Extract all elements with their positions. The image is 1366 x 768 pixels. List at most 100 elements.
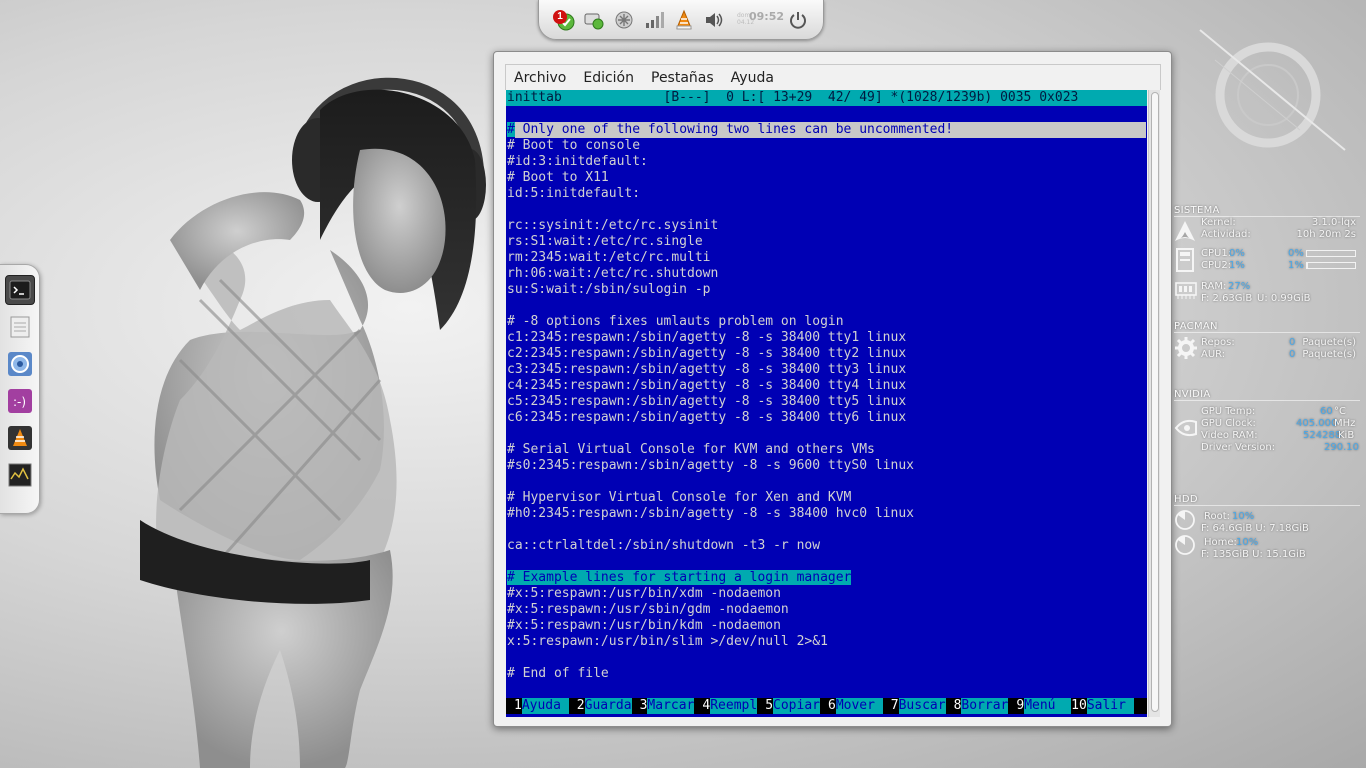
fkey-3[interactable]: 3 Marcar — [631, 698, 695, 714]
section-divider — [1174, 505, 1360, 506]
fkey-label: Buscar — [898, 698, 946, 714]
conky-monitor: SISTEMA Kernel: 3.1.0-lqx Actividad: 10h… — [1172, 200, 1366, 570]
editor-line: c3:2345:respawn:/sbin/agetty -8 -s 38400… — [507, 362, 907, 377]
cpu1-label: CPU1: — [1201, 248, 1232, 259]
gpu-clock-unit: MHz — [1334, 418, 1356, 429]
kernel-label: Kernel: — [1201, 217, 1236, 228]
editor-line: ca::ctrlaltdel:/sbin/shutdown -t3 -r now — [507, 538, 821, 553]
editor-line: rh:06:wait:/etc/rc.shutdown — [507, 266, 719, 281]
clock-time: 09:52 — [749, 9, 785, 23]
kernel-value: 3.1.0-lqx — [1311, 217, 1356, 228]
cpu1-bar — [1306, 250, 1356, 257]
panel-clock[interactable]: dom 04.12 09:52 — [733, 0, 784, 40]
svg-text::-): :-) — [13, 395, 26, 409]
monitor-icon — [8, 463, 31, 487]
terminal-scrollbar[interactable] — [1148, 90, 1160, 717]
network-signal-icon[interactable] — [643, 9, 665, 31]
update-notifier-icon[interactable]: 1 — [553, 9, 575, 31]
editor-line: #s0:2345:respawn:/sbin/agetty -8 -s 9600… — [507, 458, 914, 473]
fkey-10[interactable]: 10 Salir — [1071, 698, 1134, 714]
terminal-menubar: Archivo Edición Pestañas Ayuda — [505, 64, 1161, 90]
power-icon[interactable] — [787, 9, 809, 31]
menu-pestanas[interactable]: Pestañas — [651, 70, 714, 86]
fkey-number: 9 — [1008, 698, 1025, 714]
editor-line: c4:2345:respawn:/sbin/agetty -8 -s 38400… — [507, 378, 907, 393]
settings-wheel-icon[interactable] — [613, 9, 635, 31]
fkey-5[interactable]: 5 Copiar — [757, 698, 820, 714]
dock-monitor[interactable] — [5, 460, 35, 490]
fkey-number: 3 — [631, 698, 648, 714]
repos-label: Repos: — [1201, 337, 1235, 348]
menu-edicion[interactable]: Edición — [583, 70, 634, 86]
cpu1-bar-value: 0% — [1288, 248, 1304, 259]
section-pacman-title: PACMAN — [1174, 321, 1218, 332]
dock-files[interactable] — [5, 312, 35, 342]
fkey-6[interactable]: 6 Mover — [819, 698, 883, 714]
editor-line: rm:2345:wait:/etc/rc.multi — [507, 250, 711, 265]
notification-count-badge: 1 — [553, 9, 567, 24]
editor-line: c1:2345:respawn:/sbin/agetty -8 -s 38400… — [507, 330, 907, 345]
section-hdd-title: HDD — [1174, 494, 1198, 505]
arch-linux-icon — [1175, 221, 1195, 241]
editor-line: # Serial Virtual Console for KVM and oth… — [507, 442, 875, 457]
fkey-label: Mover — [835, 698, 883, 714]
repos-value: 0 — [1289, 337, 1296, 348]
vlc-tray-icon[interactable] — [673, 9, 695, 31]
editor-line: # Only one of the following two lines ca… — [507, 122, 1147, 138]
fkey-label: Guarda — [584, 698, 632, 714]
video-ram-unit: KiB — [1338, 430, 1355, 441]
gpu-clock-label: GPU Clock: — [1201, 418, 1256, 429]
root-label: Root: — [1204, 511, 1231, 522]
fkey-number: 4 — [694, 698, 711, 714]
fkey-number: 7 — [882, 698, 899, 714]
fkey-9[interactable]: 9 Menú — [1008, 698, 1072, 714]
uptime-label: Actividad: — [1201, 229, 1251, 240]
dock-browser[interactable] — [5, 349, 35, 379]
editor-line: # Boot to console — [507, 138, 641, 153]
fkey-number: 5 — [757, 698, 774, 714]
root-value: 10% — [1232, 511, 1255, 522]
scrollbar-thumb[interactable] — [1151, 92, 1159, 712]
editor-line: #h0:2345:respawn:/sbin/agetty -8 -s 3840… — [507, 506, 914, 521]
dock-chat[interactable]: :-) — [5, 386, 35, 416]
editor-line: id:5:initdefault: — [507, 186, 641, 201]
editor-line: # -8 options fixes umlauts problem on lo… — [507, 314, 844, 329]
cpu2-label: CPU2: — [1201, 260, 1232, 271]
cpu1-value: 0% — [1229, 248, 1245, 259]
driver-version-value: 290.10 — [1324, 442, 1359, 453]
chat-status-icon[interactable] — [583, 9, 605, 31]
browser-icon — [7, 352, 32, 376]
terminal-window[interactable]: Archivo Edición Pestañas Ayuda inittab [… — [493, 51, 1172, 727]
home-value: 10% — [1236, 537, 1259, 548]
dock-vlc[interactable] — [5, 423, 35, 453]
gpu-temp-unit: °C — [1334, 406, 1346, 417]
aur-value: 0 — [1289, 349, 1296, 360]
gpu-temp-value: 60 — [1320, 406, 1333, 417]
editor-line: # End of file — [507, 666, 609, 681]
menu-archivo[interactable]: Archivo — [514, 70, 566, 86]
chat-icon: :-) — [7, 389, 32, 413]
nvidia-icon — [1174, 419, 1197, 437]
editor-line: rs:S1:wait:/etc/rc.single — [507, 234, 703, 249]
gpu-temp-label: GPU Temp: — [1201, 406, 1256, 417]
menu-ayuda[interactable]: Ayuda — [731, 70, 774, 86]
editor-line: # Example lines for starting a login man… — [507, 570, 852, 586]
ram-value: 27% — [1228, 281, 1251, 292]
repos-unit: Paquete(s) — [1302, 337, 1356, 348]
ram-icon — [1175, 282, 1197, 299]
editor-line: x:5:respawn:/usr/bin/slim >/dev/null 2>&… — [507, 634, 828, 649]
section-nvidia-title: NVIDIA — [1174, 389, 1211, 400]
selected-line-text: Only one of the following two lines can … — [514, 122, 1146, 138]
block-selection-text: Example lines for starting a login manag… — [514, 570, 852, 585]
dock-terminal[interactable] — [4, 275, 35, 305]
editor-line: # Boot to X11 — [507, 170, 609, 185]
editor-text-area[interactable]: inittab [B---] 0 L:[ 13+29 42/ 49] *(102… — [506, 90, 1147, 717]
gear-icon — [1175, 337, 1197, 359]
fkey-4[interactable]: 4 Reempl — [694, 698, 758, 714]
fkey-2[interactable]: 2 Guarda — [568, 698, 632, 714]
fkey-7[interactable]: 7 Buscar — [882, 698, 946, 714]
volume-icon[interactable] — [703, 9, 725, 31]
cpu2-bar-value: 1% — [1288, 260, 1304, 271]
fkey-8[interactable]: 8 Borrar — [945, 698, 1009, 714]
fkey-1[interactable]: 1 Ayuda — [506, 698, 569, 714]
